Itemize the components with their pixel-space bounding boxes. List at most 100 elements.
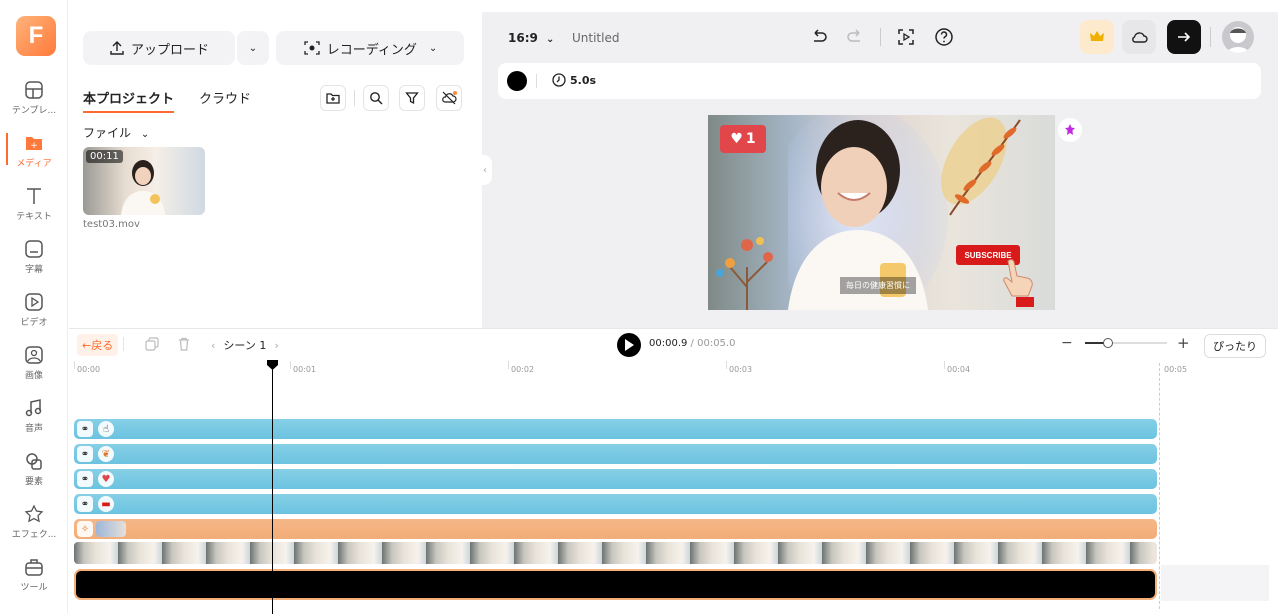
ruler-tick bbox=[74, 361, 75, 369]
autumn-leaves-sticker[interactable] bbox=[940, 115, 1026, 225]
time-display: 00:00.9 / 00:05.0 bbox=[649, 338, 735, 349]
app-logo: F bbox=[16, 16, 56, 56]
zoom-out-button[interactable]: − bbox=[1061, 335, 1073, 351]
playhead[interactable] bbox=[272, 361, 273, 614]
divider bbox=[123, 337, 124, 351]
scene-switcher[interactable]: ‹ シーン 1 › bbox=[211, 337, 279, 353]
zoom-in-button[interactable]: + bbox=[1177, 334, 1190, 352]
image-icon bbox=[25, 346, 43, 364]
upload-dropdown-button[interactable]: ⌄ bbox=[237, 31, 269, 65]
record-button[interactable]: レコーディング ⌄ bbox=[276, 31, 464, 65]
effect-icon bbox=[24, 504, 44, 523]
project-title[interactable]: Untitled bbox=[572, 31, 619, 45]
ruler-label: 00:02 bbox=[511, 365, 535, 374]
empty-track-area bbox=[1161, 565, 1269, 601]
effect-track[interactable]: ✧ bbox=[74, 519, 1157, 539]
arrow-right-icon bbox=[1178, 32, 1191, 42]
pointing-hand-icon bbox=[1003, 259, 1034, 307]
rail-label: メディア bbox=[16, 159, 52, 169]
zoom-slider-handle[interactable] bbox=[1103, 338, 1113, 348]
rail-item-text[interactable]: テキスト bbox=[0, 186, 68, 222]
rail-item-video[interactable]: ビデオ bbox=[0, 292, 68, 328]
effect-icon: ✧ bbox=[77, 521, 93, 537]
rail-item-element[interactable]: 要素 bbox=[0, 451, 68, 487]
element-icon: ⚭ bbox=[77, 496, 93, 512]
zoom-slider[interactable] bbox=[1085, 338, 1167, 348]
chevron-right-icon[interactable]: › bbox=[274, 339, 278, 352]
user-avatar-icon bbox=[1227, 27, 1249, 53]
like-count: 1 bbox=[745, 131, 756, 147]
element-icon: ⚭ bbox=[77, 446, 93, 462]
play-button[interactable] bbox=[617, 333, 641, 357]
element-icon: ⚭ bbox=[77, 421, 93, 437]
fit-button[interactable]: ぴったり bbox=[1204, 334, 1266, 358]
left-rail: F テンプレ... + メディア テキスト 字幕 ビデオ 画像 音声 要素 エフ… bbox=[0, 0, 68, 613]
tab-project[interactable]: 本プロジェクト bbox=[83, 88, 175, 113]
rail-item-tool[interactable]: ツール bbox=[0, 557, 68, 593]
folder-label: ファイル bbox=[83, 126, 132, 140]
ruler-tick bbox=[726, 361, 727, 369]
preview-area: 16:9 ⌄ Untitled 5.0s ♥ 1 SUBSCRIBE 毎日の健康… bbox=[482, 12, 1278, 328]
tab-cloud[interactable]: クラウド bbox=[199, 88, 251, 107]
help-icon[interactable] bbox=[934, 27, 954, 47]
avatar[interactable] bbox=[1222, 21, 1254, 53]
folder-dropdown[interactable]: ファイル ⌄ bbox=[83, 124, 149, 141]
screen-record-icon[interactable] bbox=[896, 27, 916, 47]
sticker-track[interactable]: ⚭ ❦ bbox=[74, 444, 1157, 464]
background-color-swatch[interactable] bbox=[507, 71, 527, 91]
back-button[interactable]: ←戻る bbox=[77, 334, 119, 356]
new-folder-button[interactable] bbox=[320, 85, 346, 111]
export-button[interactable] bbox=[1167, 20, 1201, 54]
undo-icon[interactable] bbox=[810, 28, 828, 46]
playhead-handle[interactable] bbox=[267, 360, 278, 370]
search-icon bbox=[370, 92, 383, 105]
rail-item-media[interactable]: + メディア bbox=[0, 133, 68, 169]
rail-item-effect[interactable]: エフェク... bbox=[0, 504, 68, 540]
duration-control[interactable]: 5.0s bbox=[552, 73, 596, 87]
media-thumbnail[interactable]: 00:11 bbox=[83, 147, 205, 215]
collapse-panel-handle[interactable]: ‹ bbox=[478, 155, 492, 185]
rail-label: 要素 bbox=[24, 477, 43, 487]
heart-sticker-icon: ♥ bbox=[98, 471, 114, 487]
search-button[interactable] bbox=[363, 85, 389, 111]
chevron-down-icon: ⌄ bbox=[248, 42, 258, 54]
caption-text[interactable]: 毎日の健康習慣に bbox=[840, 277, 916, 294]
video-track[interactable] bbox=[74, 542, 1157, 564]
clock-icon bbox=[552, 73, 566, 87]
rail-item-subtitle[interactable]: 字幕 bbox=[0, 239, 68, 275]
video-canvas[interactable]: ♥ 1 SUBSCRIBE 毎日の健康習慣に bbox=[708, 115, 1055, 310]
upload-label: アップロード bbox=[130, 42, 209, 58]
upload-button[interactable]: アップロード bbox=[83, 31, 235, 65]
rail-item-image[interactable]: 画像 bbox=[0, 345, 68, 381]
scene-label: シーン 1 bbox=[223, 339, 267, 352]
delete-icon[interactable] bbox=[177, 337, 191, 351]
audio-icon bbox=[25, 399, 42, 417]
duplicate-icon[interactable] bbox=[145, 337, 159, 351]
rail-item-audio[interactable]: 音声 bbox=[0, 398, 68, 434]
current-time: 00:00.9 bbox=[649, 338, 688, 349]
sticker-track[interactable]: ⚭ ☝ bbox=[74, 419, 1157, 439]
sticker-track[interactable]: ⚭ ▬ bbox=[74, 494, 1157, 514]
element-settings-bar: 5.0s bbox=[498, 63, 1261, 99]
rail-label: 字幕 bbox=[24, 265, 43, 275]
aspect-ratio-dropdown[interactable]: 16:9 ⌄ bbox=[508, 31, 554, 45]
divider bbox=[536, 74, 537, 88]
rail-item-template[interactable]: テンプレ... bbox=[0, 80, 68, 116]
redo-icon[interactable] bbox=[846, 28, 864, 46]
divider bbox=[354, 90, 355, 106]
cloud-save-button[interactable] bbox=[1122, 20, 1156, 54]
chevron-left-icon[interactable]: ‹ bbox=[211, 339, 215, 352]
crown-icon bbox=[1090, 31, 1104, 41]
ruler-tick bbox=[944, 361, 945, 369]
ruler-label: 00:01 bbox=[293, 365, 317, 374]
cloud-off-button[interactable] bbox=[436, 85, 462, 111]
like-sticker[interactable]: ♥ 1 bbox=[720, 125, 766, 153]
filter-button[interactable] bbox=[399, 85, 425, 111]
play-icon bbox=[625, 339, 634, 351]
flower-tree-sticker[interactable] bbox=[712, 227, 782, 310]
aspect-label: 16:9 bbox=[508, 31, 538, 45]
background-track[interactable] bbox=[74, 569, 1157, 600]
sticker-track[interactable]: ⚭ ♥ bbox=[74, 469, 1157, 489]
ai-effect-button[interactable] bbox=[1058, 118, 1082, 142]
premium-button[interactable] bbox=[1080, 20, 1114, 54]
